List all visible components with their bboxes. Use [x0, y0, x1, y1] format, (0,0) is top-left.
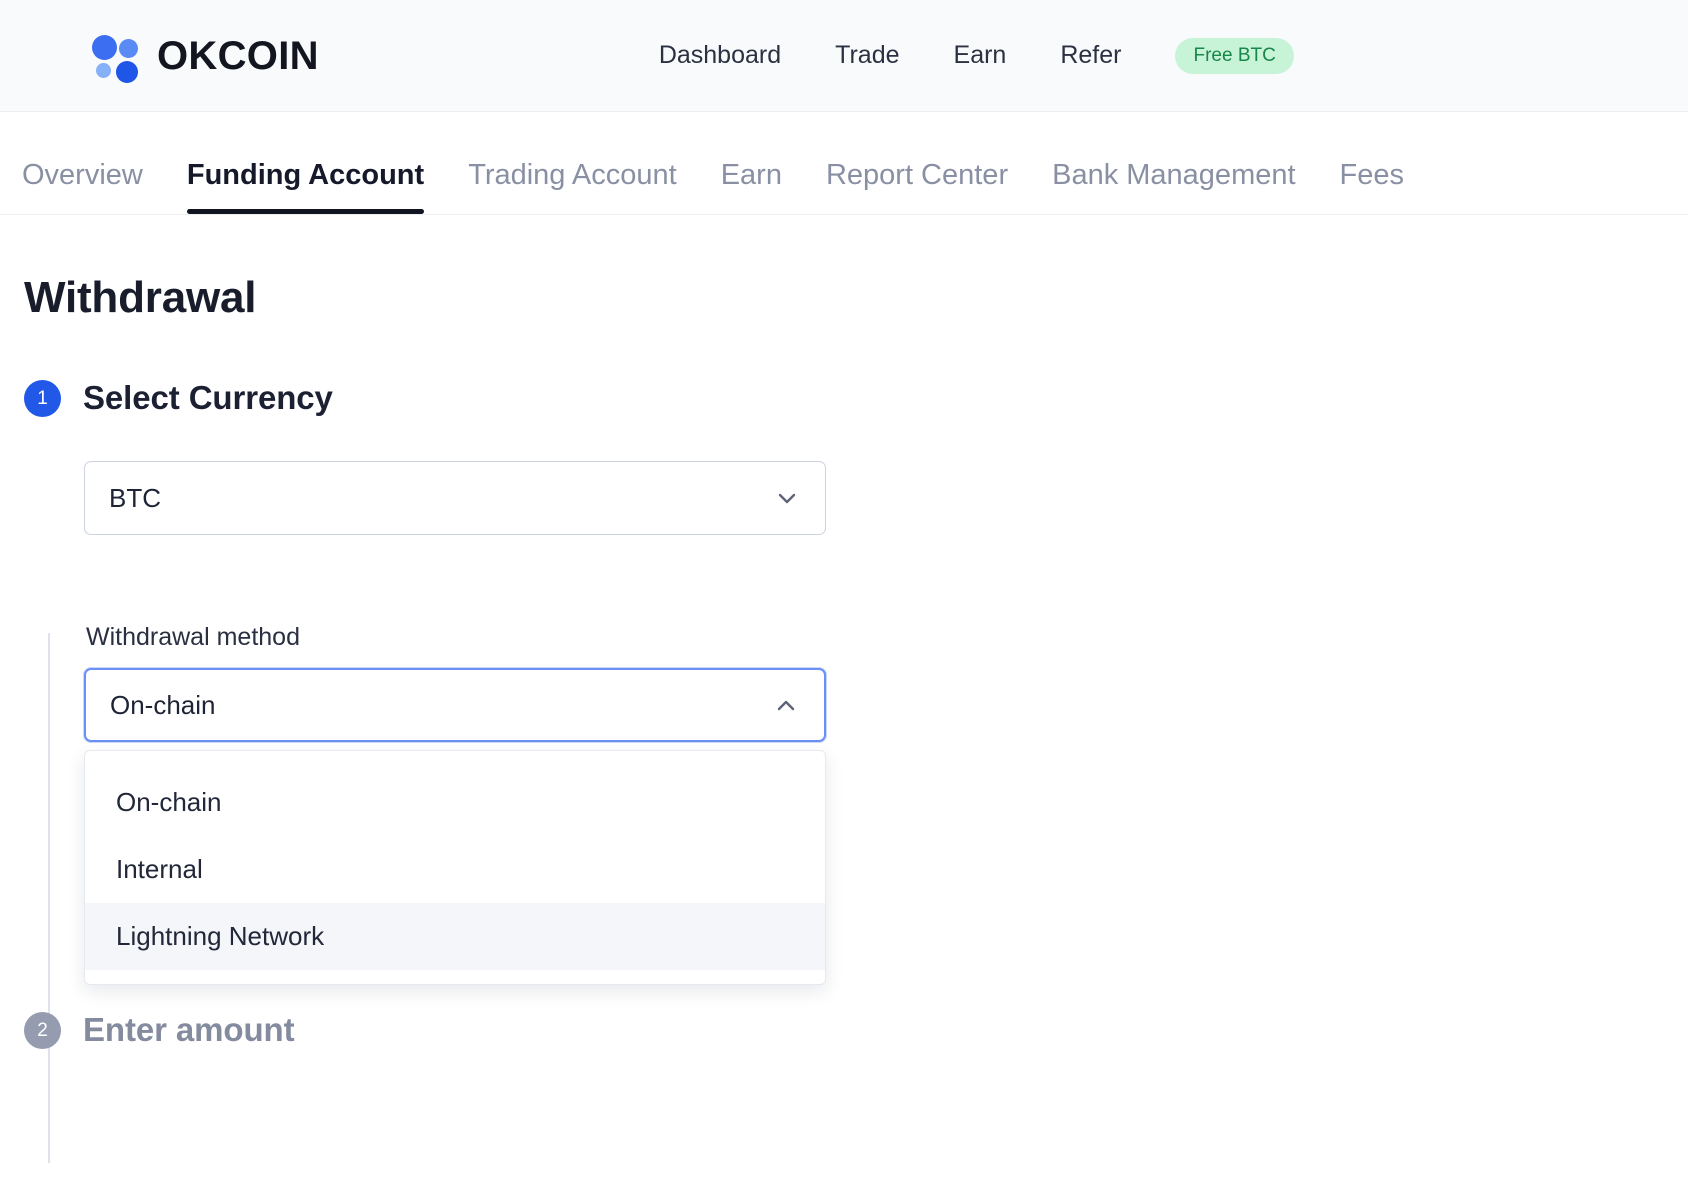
tab-overview[interactable]: Overview [22, 159, 143, 214]
okcoin-dots-logo-icon [92, 34, 140, 83]
step-1-label: Select Currency [83, 379, 333, 416]
withdrawal-method-select[interactable]: On-chain [84, 668, 826, 742]
tab-trading-account[interactable]: Trading Account [468, 159, 677, 214]
account-tabs: Overview Funding Account Trading Account… [0, 112, 1688, 215]
chevron-down-icon [775, 486, 799, 510]
tab-funding-account[interactable]: Funding Account [186, 159, 425, 214]
dropdown-option-internal[interactable]: Internal [85, 836, 825, 903]
step-1-header: 1 Select Currency [24, 379, 1688, 417]
tab-earn[interactable]: Earn [721, 159, 782, 214]
primary-nav: Dashboard Trade Earn Refer Free BTC [659, 37, 1294, 74]
chevron-up-icon [774, 693, 798, 717]
tab-report-center[interactable]: Report Center [826, 159, 1008, 214]
top-header: OKCOIN Dashboard Trade Earn Refer Free B… [0, 0, 1688, 112]
tab-fees[interactable]: Fees [1340, 159, 1404, 214]
nav-item-refer[interactable]: Refer [1060, 41, 1121, 70]
withdrawal-method-dropdown: On-chain Internal Lightning Network [84, 750, 826, 985]
nav-item-trade[interactable]: Trade [835, 41, 899, 70]
currency-select[interactable]: BTC [84, 461, 826, 535]
withdrawal-method-value: On-chain [110, 689, 216, 720]
page-title: Withdrawal [24, 273, 257, 322]
nav-item-earn[interactable]: Earn [954, 41, 1007, 70]
brand-logo[interactable]: OKCOIN [92, 33, 319, 83]
step-1-number: 1 [24, 379, 61, 417]
withdrawal-method-label: Withdrawal method [86, 623, 300, 651]
free-btc-badge[interactable]: Free BTC [1175, 37, 1294, 74]
tab-bank-management[interactable]: Bank Management [1052, 159, 1295, 214]
dropdown-option-on-chain[interactable]: On-chain [85, 769, 825, 836]
step-1-body: BTC Withdrawal method On-chain On-chain … [24, 417, 1688, 985]
step-2-label: Enter amount [83, 1011, 295, 1048]
brand-name: OKCOIN [157, 33, 319, 78]
step-2-number: 2 [24, 1011, 61, 1049]
step-2-header: 2 Enter amount [24, 1011, 1688, 1049]
nav-item-dashboard[interactable]: Dashboard [659, 41, 781, 70]
withdrawal-page: Withdrawal 1 Select Currency BTC Withdra… [0, 215, 1688, 1163]
dropdown-option-lightning-network[interactable]: Lightning Network [85, 903, 825, 970]
currency-select-value: BTC [109, 482, 161, 513]
